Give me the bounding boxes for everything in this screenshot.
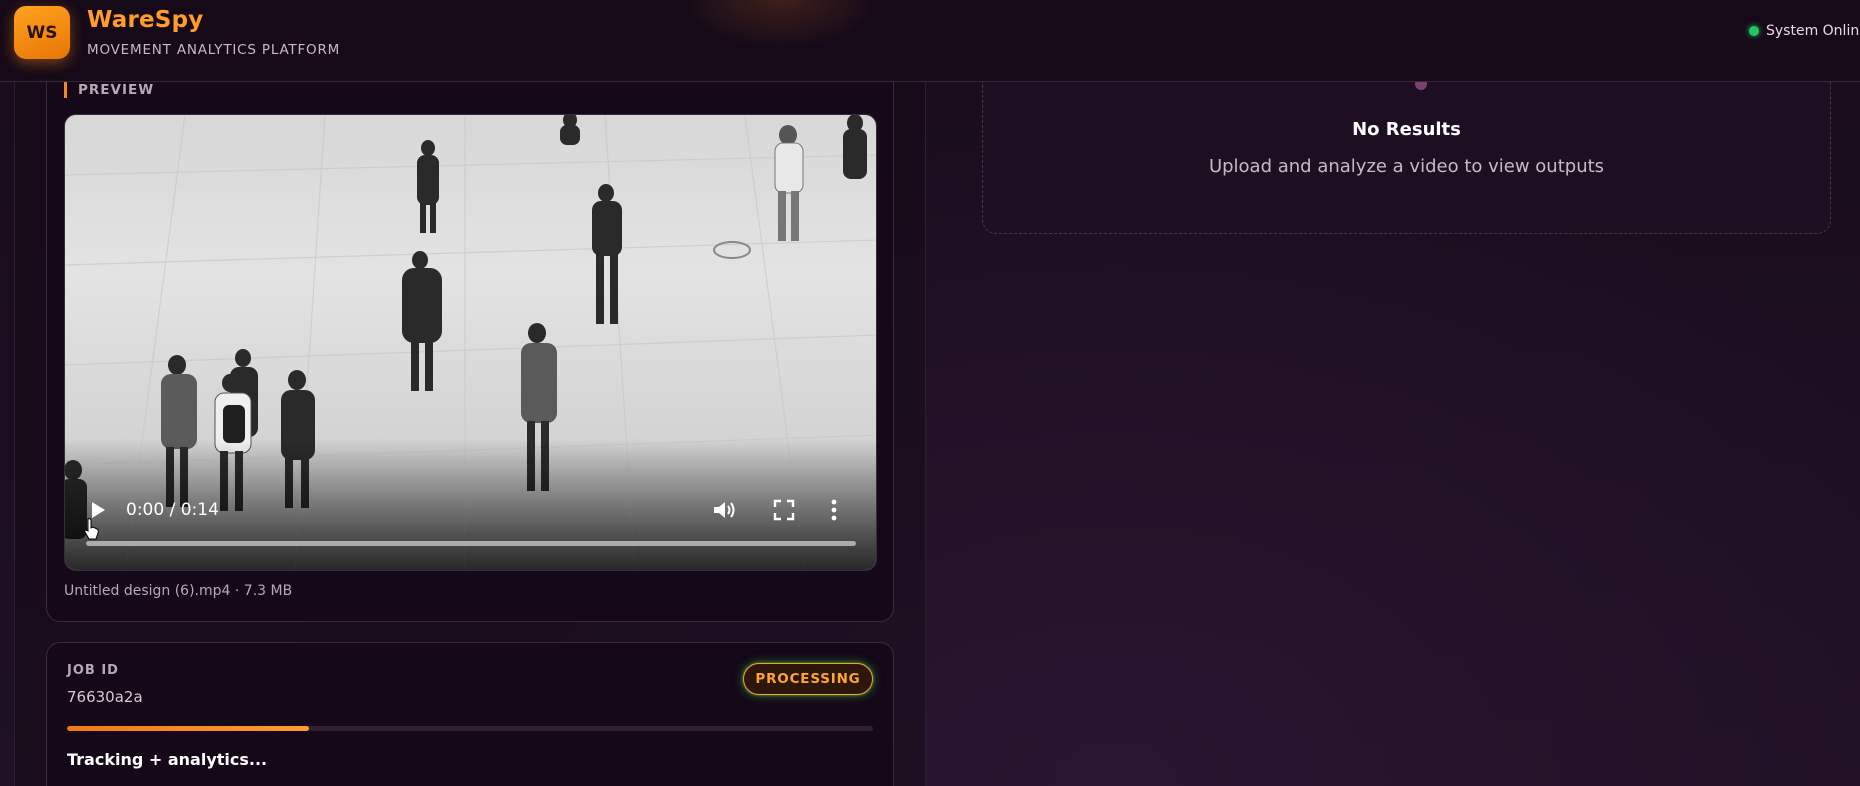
- job-step-text: Tracking + analytics...: [67, 750, 268, 769]
- status-badge: PROCESSING: [743, 663, 873, 695]
- system-status: System Online: [1749, 23, 1860, 39]
- logo[interactable]: WS: [14, 6, 70, 59]
- job-id-label: JOB ID: [67, 663, 119, 678]
- app-header: WS WareSpy MOVEMENT ANALYTICS PLATFORM S…: [0, 0, 1860, 82]
- job-id-value: 76630a2a: [67, 688, 143, 706]
- video-time: 0:00 / 0:14: [126, 500, 219, 520]
- volume-icon[interactable]: [712, 498, 738, 522]
- no-results-title: No Results: [1352, 119, 1461, 140]
- video-player[interactable]: 0:00 / 0:14: [64, 114, 877, 571]
- brand-subtitle: MOVEMENT ANALYTICS PLATFORM: [87, 42, 341, 58]
- fullscreen-icon[interactable]: [773, 499, 795, 521]
- header-glow: [680, 0, 880, 50]
- status-dot-icon: [1749, 26, 1759, 36]
- job-progress-fill: [67, 726, 309, 731]
- brand-name: WareSpy: [87, 7, 204, 33]
- file-meta: Untitled design (6).mp4 · 7.3 MB: [64, 583, 293, 599]
- more-vert-icon[interactable]: [829, 498, 839, 522]
- mouse-cursor-icon: [84, 518, 99, 540]
- job-progress-bar: [67, 726, 873, 731]
- no-results-subtitle: Upload and analyze a video to view outpu…: [1208, 156, 1605, 177]
- video-seek-bar[interactable]: [86, 541, 856, 546]
- preview-section-label: PREVIEW: [64, 82, 154, 98]
- status-text: System Online: [1766, 23, 1860, 39]
